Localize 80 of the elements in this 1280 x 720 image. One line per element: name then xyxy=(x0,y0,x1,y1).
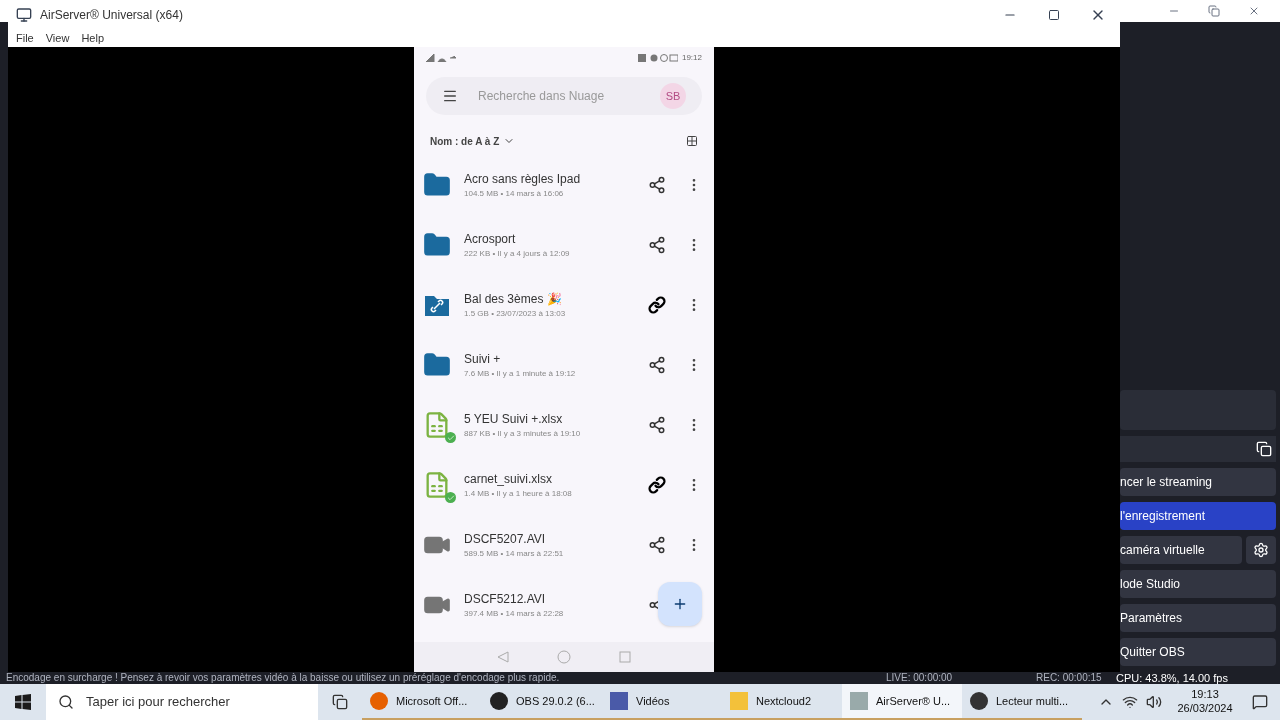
taskbar-app[interactable]: Microsoft Off... xyxy=(362,684,482,720)
clock-time: 19:13 xyxy=(1191,688,1219,702)
file-meta: 1.5 GB • 23/07/2023 à 13:03 xyxy=(464,308,567,320)
windows-logo-icon xyxy=(15,694,31,710)
control-button[interactable]: Quitter OBS xyxy=(1120,638,1276,666)
file-name: Suivi + xyxy=(464,351,502,368)
file-meta: 7.6 MB • Il y a 1 minute à 19:12 xyxy=(464,368,577,380)
file-meta: 397.4 MB • 14 mars à 22:28 xyxy=(464,608,565,620)
restore-icon xyxy=(1208,5,1220,17)
file-row[interactable]: Acrosport 222 KB • Il y a 4 jours à 12:09 xyxy=(414,215,714,275)
file-meta: 104.5 MB • 14 mars à 16:06 xyxy=(464,188,565,200)
file-name: DSCF5212.AVI xyxy=(464,591,547,608)
menu-item[interactable]: Help xyxy=(81,30,104,47)
taskbar-app[interactable]: OBS 29.0.2 (6... xyxy=(482,684,602,720)
folder-icon xyxy=(423,171,451,199)
file-name: Acro sans règles Ipad xyxy=(464,171,582,188)
control-button[interactable]: l'enregistrement xyxy=(1120,502,1276,530)
taskbar-app[interactable]: AirServer® U... xyxy=(842,684,962,720)
task-view-icon xyxy=(332,694,348,710)
search-placeholder: Recherche dans Nuage xyxy=(478,88,606,105)
settings-button[interactable] xyxy=(1246,536,1276,564)
rec-timer: REC: 00:00:15 xyxy=(1036,673,1103,683)
cpu-reading: CPU: 43.8%, 14.00 fps xyxy=(1116,672,1228,684)
status-time: 19:12 xyxy=(681,52,702,64)
file-row[interactable]: DSCF5207.AVI 589.5 MB • 14 mars à 22:51 xyxy=(414,515,714,575)
control-button[interactable]: lode Studio xyxy=(1120,570,1276,598)
clock-date: 26/03/2024 xyxy=(1177,702,1233,716)
menu-icon xyxy=(442,88,458,104)
taskbar-app[interactable]: Lecteur multi... xyxy=(962,684,1082,720)
file-name: DSCF5207.AVI xyxy=(464,531,547,548)
file-name: carnet_suivi.xlsx xyxy=(464,471,554,488)
file-meta: 887 KB • Il y a 3 minutes à 19:10 xyxy=(464,428,582,440)
menu-item[interactable]: File xyxy=(16,30,34,47)
file-row[interactable]: Suivi + 7.6 MB • Il y a 1 minute à 19:12 xyxy=(414,335,714,395)
file-meta: 222 KB • Il y a 4 jours à 12:09 xyxy=(464,248,571,260)
folder-icon xyxy=(423,231,451,259)
live-timer: LIVE: 00:00:00 xyxy=(886,673,954,683)
dock-icon xyxy=(1256,441,1272,457)
search-icon xyxy=(58,694,74,710)
avatar[interactable]: SB xyxy=(660,83,686,109)
control-button[interactable]: caméra virtuelle xyxy=(1120,536,1242,564)
close-icon xyxy=(1248,5,1260,17)
network-icon xyxy=(1122,694,1138,710)
file-row[interactable]: Acro sans règles Ipad 104.5 MB • 14 mars à 16:06 xyxy=(414,155,714,215)
menu-item[interactable]: View xyxy=(45,30,70,47)
taskbar-search-field[interactable]: Taper ici pour rechercher xyxy=(46,684,318,720)
plus-icon xyxy=(672,596,688,612)
search-placeholder: Taper ici pour rechercher xyxy=(86,693,230,712)
app-icon xyxy=(610,692,628,710)
file-name: Bal des 3èmes 🎉 xyxy=(464,291,563,308)
file-row[interactable]: 5 YEU Suivi +.xlsx 887 KB • Il y a 3 minutes à 19:10 xyxy=(414,395,714,455)
folder-icon xyxy=(423,351,451,379)
file-meta: 589.5 MB • 14 mars à 22:51 xyxy=(464,548,565,560)
app-icon xyxy=(370,692,388,710)
taskbar-app[interactable]: Vidéos xyxy=(602,684,722,720)
settings-icon xyxy=(1253,542,1269,558)
app-icon xyxy=(490,692,508,710)
file-row[interactable]: Bal des 3èmes 🎉 1.5 GB • 23/07/2023 à 13:03 xyxy=(414,275,714,335)
app-logo-icon xyxy=(16,7,32,23)
file-meta: 1.4 MB • Il y a 1 heure à 18:08 xyxy=(464,488,573,500)
status-icons xyxy=(637,54,678,62)
search-field[interactable]: Recherche dans Nuage SB xyxy=(426,77,702,115)
recents-icon xyxy=(619,651,631,663)
window-title: AirServer® Universal (x64) xyxy=(40,7,183,24)
file-name: Acrosport xyxy=(464,231,517,248)
file-row[interactable]: carnet_suivi.xlsx 1.4 MB • Il y a 1 heure à 18:08 xyxy=(414,455,714,515)
sort-button[interactable]: Nom : de A à Z xyxy=(430,133,516,149)
control-button[interactable]: Paramètres xyxy=(1120,604,1276,632)
app-icon xyxy=(970,692,988,710)
app-icon xyxy=(850,692,868,710)
home-icon xyxy=(557,650,571,664)
control-button[interactable]: ncer le streaming xyxy=(1120,468,1276,496)
back-icon xyxy=(497,651,509,663)
file-name: 5 YEU Suivi +.xlsx xyxy=(464,411,564,428)
volume-icon xyxy=(1146,694,1162,710)
notification-icon xyxy=(1252,694,1268,710)
grid-view-icon xyxy=(686,135,698,147)
app-icon xyxy=(730,692,748,710)
encoding-warning: Encodage en surcharge ! Pensez à revoir vos paramètres vidéo à la baisse ou utilisez un préréglage d'encodage plus rapide. xyxy=(6,673,561,683)
maximize-icon xyxy=(1048,9,1060,21)
